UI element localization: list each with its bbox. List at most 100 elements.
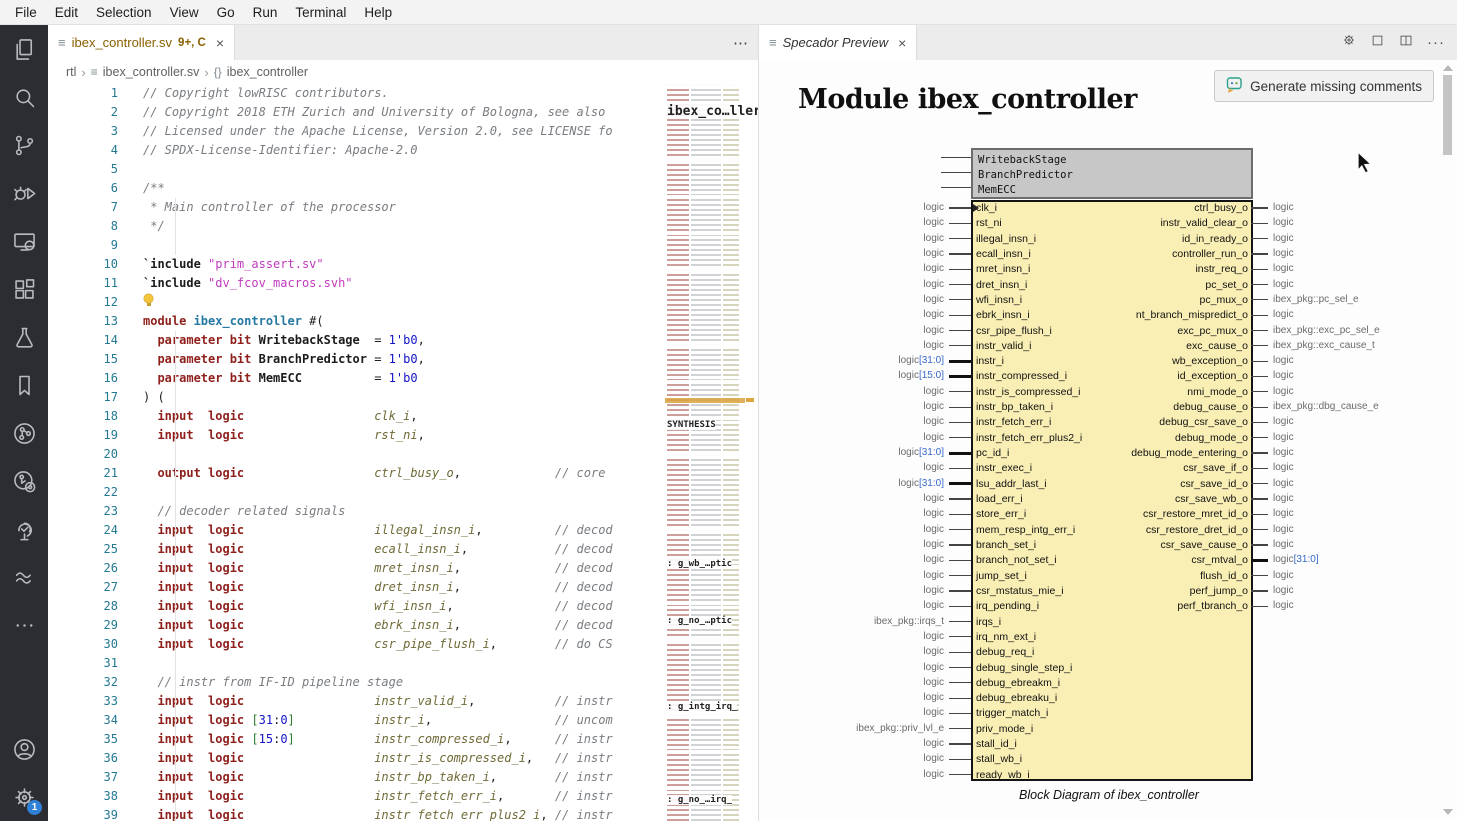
tab-specador-preview[interactable]: ≡ Specador Preview × [759,25,917,60]
code-editor[interactable]: 1// Copyright lowRISC contributors.2// C… [48,84,758,821]
lightbulb-icon[interactable] [143,294,154,308]
menu-item-go[interactable]: Go [208,0,244,25]
input-type-label: logic [923,707,944,719]
input-port-name: debug_ebreaku_i [976,692,1057,704]
panel-more-actions-icon[interactable]: ··· [1427,34,1445,51]
generate-missing-comments-button[interactable]: Generate missing comments [1214,70,1434,102]
specador-preview-panel: ≡ Specador Preview × ··· Module ibex_con… [758,25,1457,821]
activity-icon-search[interactable] [0,73,48,121]
input-type-label: logic [923,279,944,291]
input-stub-line [949,713,971,714]
line-number: 11 [48,274,143,293]
input-stub-line [949,407,971,408]
minimap-highlight-band [665,398,745,403]
code-line: 37 input logic instr_bp_taken_i, // inst… [48,768,758,787]
breadcrumb: rtl›≡ibex_controller.sv›{}ibex_controlle… [48,60,758,84]
breadcrumb-item[interactable]: ibex_controller.sv [103,65,200,79]
menu-item-help[interactable]: Help [355,0,401,25]
input-port-name: instr_fetch_err_i [976,416,1051,428]
code-line: 14 parameter bit WritebackStage = 1'b0, [48,331,758,350]
output-port-name: id_exception_o [1177,370,1248,382]
editor-more-actions-icon[interactable]: ⋯ [733,34,748,52]
minimap[interactable]: ibex_co…llerSYNTHESIS: g_wb_…ptic: g_no_… [665,84,745,821]
activity-icon-test-beaker[interactable] [0,313,48,361]
line-number: 19 [48,426,143,445]
gear-icon[interactable] [1341,32,1357,53]
menu-item-selection[interactable]: Selection [87,0,161,25]
activity-icon-extensions[interactable] [0,265,48,313]
code-line: 4// SPDX-License-Identifier: Apache-2.0 [48,141,758,160]
activity-icon-waveform[interactable] [0,553,48,601]
activity-icon-account[interactable] [0,725,48,773]
code-lines: 1// Copyright lowRISC contributors.2// C… [48,84,758,821]
editor-scrollbar[interactable] [745,84,758,821]
line-number: 9 [48,236,143,255]
activity-icon-component-viewer[interactable] [0,457,48,505]
tab-close-icon[interactable]: × [216,35,224,51]
code-line: 20 [48,445,758,464]
line-content: input logic instr_valid_i, // instr [143,692,613,711]
input-stub-line [949,759,971,760]
parameter-stub-line [941,157,971,158]
menu-item-run[interactable]: Run [244,0,287,25]
line-content: ) ( [143,388,165,407]
input-stub-line [949,621,971,622]
line-content: input logic rst_ni, [143,426,425,445]
preview-scrollbar-thumb[interactable] [1443,75,1452,155]
code-line: 18 input logic clk_i, [48,407,758,426]
activity-icon-verification-tree[interactable] [0,505,48,553]
input-port-name: dret_insn_i [976,279,1027,291]
input-type-label: logic [923,753,944,765]
activity-icon-explorer[interactable] [0,25,48,73]
tab-ibex-controller[interactable]: ≡ ibex_controller.sv 9+, C × [48,25,235,60]
breadcrumb-item[interactable]: rtl [66,65,76,79]
menu-item-view[interactable]: View [161,0,208,25]
line-number: 10 [48,255,143,274]
line-number: 34 [48,711,143,730]
output-stub-line [1251,544,1268,545]
output-port-name: debug_mode_o [1175,432,1248,444]
line-content: // Copyright 2018 ETH Zurich and Univers… [143,103,605,122]
line-content: input logic wfi_insn_i, // decod [143,597,613,616]
activity-icon-more-tools[interactable] [0,601,48,649]
input-type-label: logic [923,340,944,352]
line-content: input logic csr_pipe_flush_i, // do CS [143,635,613,654]
preview-scrollbar[interactable] [1443,60,1452,821]
output-stub-line [1251,269,1268,270]
output-stub-line [1251,315,1268,316]
open-in-editor-icon[interactable] [1370,33,1385,53]
mouse-cursor [1356,151,1376,178]
scroll-up-arrow-icon[interactable] [1443,65,1453,71]
input-stub-line [949,728,971,729]
minimap-section-label: : g_wb_…ptic [667,559,732,569]
parameter-stub-line [941,172,971,173]
input-type-label: logic [923,401,944,413]
file-lines-icon: ≡ [91,65,98,79]
comment-chat-icon [1226,76,1243,96]
breadcrumb-item[interactable]: ibex_controller [227,65,308,79]
line-content: * Main controller of the processor [143,198,396,217]
activity-icon-source-control[interactable] [0,121,48,169]
line-number: 29 [48,616,143,635]
output-type-label: ibex_pkg::exc_pc_sel_e [1273,325,1380,337]
menu-item-edit[interactable]: Edit [46,0,87,25]
menu-item-terminal[interactable]: Terminal [286,0,355,25]
scroll-down-arrow-icon[interactable] [1443,809,1453,815]
input-stub-line [949,544,971,545]
activity-icon-remote-explorer[interactable] [0,217,48,265]
panel-tab-close-icon[interactable]: × [898,35,906,51]
split-editor-icon[interactable] [1398,33,1414,53]
module-title: Module ibex_controller [798,84,1137,115]
minimap-section-label: : g_no_…irq_ [667,795,732,805]
activity-icon-bookmarks[interactable] [0,361,48,409]
activity-icon-run-debug[interactable] [0,169,48,217]
line-number: 33 [48,692,143,711]
menu-item-file[interactable]: File [6,0,46,25]
line-content: input logic instr_is_compressed_i, // in… [143,749,613,768]
input-port-name: rst_ni [976,217,1002,229]
input-stub-line [949,482,971,485]
activity-icon-settings[interactable]: 1 [0,773,48,821]
input-port-name: ecall_insn_i [976,248,1031,260]
activity-icon-dependency-graph[interactable] [0,409,48,457]
input-type-label: logic [923,738,944,750]
